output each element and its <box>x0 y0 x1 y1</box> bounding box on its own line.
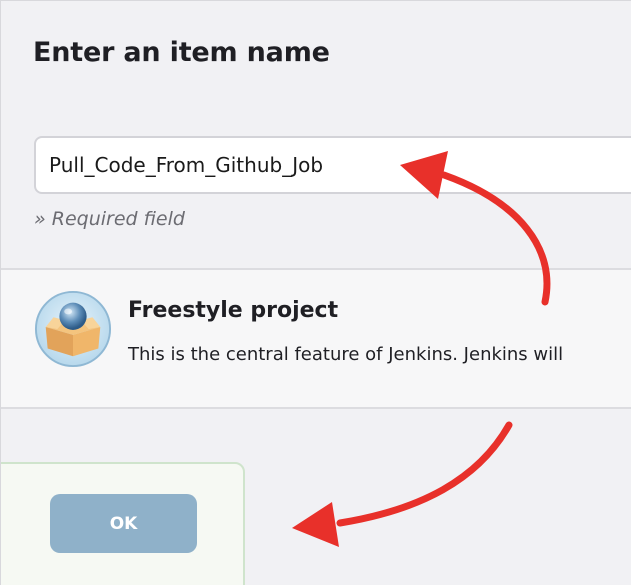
required-field-note: » Required field <box>34 208 185 230</box>
divider <box>1 407 631 409</box>
freestyle-project-icon <box>34 290 112 368</box>
project-type-name: Freestyle project <box>128 298 339 323</box>
new-item-dialog: Enter an item name » Required field Free… <box>0 0 631 585</box>
ok-button[interactable]: OK <box>50 494 197 553</box>
project-type-description: This is the central feature of Jenkins. … <box>128 344 564 365</box>
item-name-input[interactable] <box>34 136 631 194</box>
page-title: Enter an item name <box>33 37 330 68</box>
